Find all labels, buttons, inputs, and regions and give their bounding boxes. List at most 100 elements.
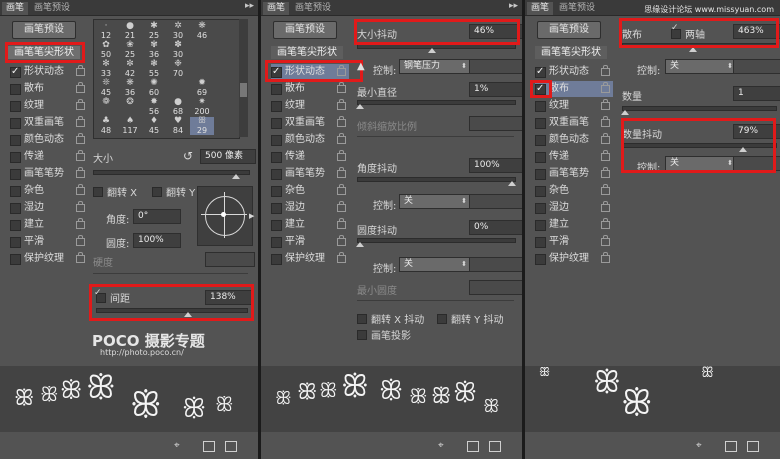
sidebar-item[interactable]: 湿边 xyxy=(271,200,349,216)
lock-icon[interactable] xyxy=(601,184,610,195)
tab-brush[interactable]: 画笔 xyxy=(527,2,554,15)
checkbox[interactable] xyxy=(271,152,282,163)
sidebar-item[interactable]: 保护纹理 xyxy=(535,251,613,267)
slider-knob[interactable] xyxy=(621,110,629,115)
lock-icon[interactable] xyxy=(601,133,610,144)
sidebar-item[interactable]: 传递 xyxy=(271,149,349,165)
tab-brush[interactable]: 画笔 xyxy=(263,2,290,15)
lock-icon[interactable] xyxy=(337,65,346,76)
angle-jitter-input[interactable]: 100% xyxy=(469,158,522,173)
lock-icon[interactable] xyxy=(337,235,346,246)
slider-knob[interactable] xyxy=(689,47,697,52)
roundness-control-select[interactable]: 关 ⬍ xyxy=(399,257,471,272)
angle-jitter-slider[interactable] xyxy=(357,177,516,186)
brush-tip[interactable]: ❁ xyxy=(94,98,118,116)
checkbox[interactable] xyxy=(535,169,546,180)
sidebar-item[interactable]: 双重画笔 xyxy=(271,115,349,131)
tab-brush-presets[interactable]: 画笔预设 xyxy=(30,2,74,15)
brush-tip[interactable]: ❋ 36 xyxy=(118,79,142,98)
lock-icon[interactable] xyxy=(337,82,346,93)
checkbox[interactable] xyxy=(271,220,282,231)
checkbox[interactable] xyxy=(535,254,546,265)
sidebar-item[interactable]: 保护纹理 xyxy=(10,251,86,267)
toggle-live-tip-icon[interactable]: ⌖ xyxy=(438,440,444,451)
brush-tip[interactable]: ❉ 70 xyxy=(166,60,190,79)
lock-icon[interactable] xyxy=(337,184,346,195)
lock-icon[interactable] xyxy=(76,218,85,229)
checkbox[interactable] xyxy=(535,237,546,248)
spacing-input[interactable]: 138% xyxy=(205,290,253,305)
lock-icon[interactable] xyxy=(601,65,610,76)
brush-presets-button[interactable]: 画笔预设 xyxy=(273,21,337,39)
tab-brush[interactable]: 画笔 xyxy=(2,2,29,15)
sidebar-item[interactable]: 平滑 xyxy=(535,234,613,250)
scrollbar-thumb[interactable] xyxy=(240,83,247,97)
brush-tip[interactable]: ✲ 30 xyxy=(166,22,190,41)
slider-knob[interactable] xyxy=(428,48,436,53)
brush-tip[interactable]: ❊ 45 xyxy=(94,79,118,98)
sidebar-item[interactable]: 形状动态 xyxy=(535,64,613,80)
checkbox[interactable] xyxy=(271,101,282,112)
brush-tip[interactable]: ♥ 84 xyxy=(166,117,190,136)
brush-tip[interactable]: ✾ 36 xyxy=(142,41,166,60)
lock-icon[interactable] xyxy=(337,252,346,263)
scatter-slider[interactable] xyxy=(622,43,777,52)
lock-icon[interactable] xyxy=(337,150,346,161)
angle-roundness-widget[interactable] xyxy=(197,186,253,246)
lock-icon[interactable] xyxy=(601,252,610,263)
brush-tip-grid[interactable]: · 12 ● 21 ✱ 25 ✲ 30 ❋ 46 ✿ 50 ❀ 25 ✾ 36 ✽ 30 ✻ 33 … xyxy=(93,19,240,139)
checkbox[interactable] xyxy=(271,64,282,80)
checkbox[interactable] xyxy=(535,64,546,80)
grid-view-icon[interactable] xyxy=(467,441,479,452)
brush-tip[interactable]: ✿ 50 xyxy=(94,41,118,60)
tip-grid-scrollbar[interactable] xyxy=(239,19,248,137)
brush-tip[interactable]: ❂ xyxy=(118,98,142,116)
lock-icon[interactable] xyxy=(76,133,85,144)
lock-icon[interactable] xyxy=(337,133,346,144)
checkbox[interactable] xyxy=(10,64,21,80)
checkbox[interactable] xyxy=(271,84,282,95)
checkbox[interactable] xyxy=(10,186,21,197)
sidebar-item[interactable]: 建立 xyxy=(535,217,613,233)
checkbox[interactable] xyxy=(271,118,282,129)
tab-brush-presets[interactable]: 画笔预设 xyxy=(555,2,599,15)
brush-tip[interactable]: ✹ 69 xyxy=(190,79,214,98)
min-diameter-input[interactable]: 1% xyxy=(469,82,522,97)
checkbox[interactable] xyxy=(535,135,546,146)
sidebar-item[interactable]: 纹理 xyxy=(535,98,613,114)
control-select[interactable]: 关 ⬍ xyxy=(665,59,737,74)
lock-icon[interactable] xyxy=(601,167,610,178)
hardness-input[interactable] xyxy=(205,252,255,267)
checkbox[interactable] xyxy=(271,254,282,265)
roundness-control-extra-input[interactable] xyxy=(469,257,522,272)
checkbox[interactable] xyxy=(535,101,546,112)
checkbox[interactable] xyxy=(10,101,21,112)
lock-icon[interactable] xyxy=(601,235,610,246)
lock-icon[interactable] xyxy=(337,167,346,178)
lock-icon[interactable] xyxy=(76,201,85,212)
count-jitter-slider[interactable] xyxy=(622,143,777,152)
slider-knob[interactable] xyxy=(508,181,516,186)
control-extra-input[interactable] xyxy=(733,59,780,74)
lock-icon[interactable] xyxy=(76,99,85,110)
checkbox[interactable] xyxy=(535,81,546,97)
lock-icon[interactable] xyxy=(76,82,85,93)
size-jitter-slider[interactable] xyxy=(357,44,516,53)
flip-x-jitter-checkbox[interactable]: 翻转 X 抖动 xyxy=(357,311,424,326)
size-input[interactable]: 500 像素 xyxy=(200,149,256,164)
lock-icon[interactable] xyxy=(601,218,610,229)
sidebar-item[interactable]: 平滑 xyxy=(10,234,86,250)
checkbox[interactable] xyxy=(93,187,103,197)
sidebar-item-scattering[interactable]: 散布 xyxy=(535,81,613,97)
min-diameter-slider[interactable] xyxy=(356,100,516,109)
count-control-extra-input[interactable] xyxy=(733,156,780,171)
lock-icon[interactable] xyxy=(76,184,85,195)
sidebar-item[interactable]: 杂色 xyxy=(535,183,613,199)
slider-knob[interactable] xyxy=(356,104,364,109)
lock-icon[interactable] xyxy=(601,82,610,93)
lock-icon[interactable] xyxy=(76,235,85,246)
brush-projection-checkbox[interactable]: 画笔投影 xyxy=(357,327,411,342)
lock-icon[interactable] xyxy=(601,201,610,212)
sidebar-item[interactable]: 湿边 xyxy=(535,200,613,216)
sidebar-item[interactable]: 双重画笔 xyxy=(10,115,86,131)
